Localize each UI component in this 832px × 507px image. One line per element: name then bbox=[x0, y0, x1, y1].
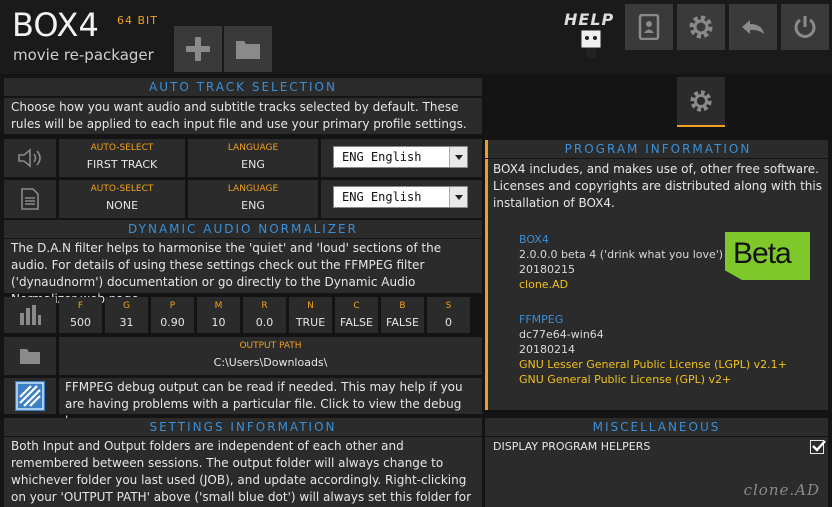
dan-param-label: R bbox=[261, 301, 268, 311]
open-folder-button[interactable] bbox=[224, 26, 272, 72]
dan-param-c[interactable]: C FALSE bbox=[335, 297, 378, 333]
lgpl-license-link[interactable]: GNU Lesser General Public License (LGPL)… bbox=[519, 357, 787, 372]
output-path[interactable]: OUTPUT PATH C:\Users\Downloads\ bbox=[59, 337, 482, 375]
dan-param-label: M bbox=[214, 301, 223, 311]
subtitle-row-icon-box bbox=[4, 180, 56, 218]
dan-param-s[interactable]: S0 bbox=[427, 297, 470, 333]
dan-param-label: G bbox=[123, 301, 130, 311]
dan-param-value: FALSE bbox=[340, 316, 373, 329]
gpl-license-link[interactable]: GNU General Public License (GPL) v2+ bbox=[519, 372, 787, 387]
help-label: HELP bbox=[564, 10, 615, 29]
audio-row-icon-box bbox=[4, 139, 56, 177]
check-icon bbox=[812, 440, 826, 452]
right-settings-tab[interactable] bbox=[677, 77, 725, 127]
gear-icon bbox=[689, 15, 713, 39]
debug-log-icon bbox=[15, 381, 45, 411]
display-helpers-checkbox[interactable] bbox=[810, 440, 826, 454]
dan-param-label: F bbox=[77, 301, 84, 311]
display-helpers-label: DISPLAY PROGRAM HELPERS bbox=[493, 440, 651, 453]
beta-badge: Beta bbox=[725, 232, 810, 280]
app-name: BOX4 bbox=[12, 6, 99, 44]
program-info-title: PROGRAM INFORMATION bbox=[485, 140, 828, 158]
dan-description: The D.A.N filter helps to harmonise the … bbox=[4, 239, 482, 306]
folder-icon bbox=[236, 41, 260, 59]
dan-title: DYNAMIC AUDIO NORMALIZER bbox=[4, 220, 482, 238]
dan-param-g[interactable]: G 31 bbox=[105, 297, 148, 333]
dan-param-value: 10 bbox=[211, 316, 226, 329]
chevron-down-icon bbox=[449, 187, 467, 207]
debug-description[interactable]: FFMPEG debug output can be read if neede… bbox=[59, 378, 482, 428]
chevron-down-icon bbox=[449, 147, 467, 167]
subtitle-language-dropdown[interactable]: ENG English bbox=[333, 186, 468, 208]
app-header: BOX4 64 BIT movie re-packager HELP bbox=[0, 0, 832, 74]
add-button[interactable] bbox=[174, 26, 222, 72]
subtitle-language[interactable]: LANGUAGE ENG bbox=[188, 180, 318, 218]
dan-param-value: 31 bbox=[119, 316, 134, 329]
back-button[interactable] bbox=[729, 4, 777, 50]
debug-log-button[interactable] bbox=[4, 378, 56, 414]
dan-param-b[interactable]: B FALSE bbox=[381, 297, 424, 333]
auto-track-description: Choose how you want audio and subtitle t… bbox=[4, 98, 482, 134]
program-info-description: BOX4 includes, and makes use of, other f… bbox=[493, 162, 822, 210]
mascot-icon bbox=[580, 29, 602, 58]
app-subtitle: movie re-packager bbox=[13, 46, 154, 64]
signature: clone.AD bbox=[743, 481, 820, 499]
undo-icon bbox=[742, 20, 764, 34]
help-button[interactable]: HELP bbox=[562, 8, 620, 66]
dan-param-r[interactable]: R 0.0 bbox=[243, 297, 286, 333]
box4-info: BOX4 2.0.0.0 beta 4 ('drink what you lov… bbox=[519, 233, 724, 291]
dan-param-p[interactable]: P 0.90 bbox=[151, 297, 194, 333]
dan-param-label: N bbox=[307, 301, 314, 311]
dan-param-n[interactable]: N TRUE bbox=[289, 297, 332, 333]
settings-button[interactable] bbox=[677, 4, 725, 50]
dan-param-label: S bbox=[445, 301, 452, 311]
document-icon bbox=[21, 188, 39, 210]
dan-param-value: TRUE bbox=[295, 316, 326, 329]
gear-icon bbox=[690, 90, 712, 112]
subtitle-auto-select[interactable]: AUTO-SELECT NONE bbox=[59, 180, 185, 218]
dan-param-f[interactable]: F 500 bbox=[59, 297, 102, 333]
profile-button[interactable] bbox=[625, 4, 673, 50]
settings-info-title: SETTINGS INFORMATION bbox=[4, 418, 482, 436]
program-info-panel: BOX4 includes, and makes use of, other f… bbox=[485, 159, 828, 410]
audio-language-dropdown[interactable]: ENG English bbox=[333, 146, 468, 168]
dan-param-label: B bbox=[399, 301, 406, 311]
speaker-icon bbox=[18, 148, 41, 168]
misc-title: MISCELLANEOUS bbox=[485, 418, 828, 436]
equalizer-bars-icon bbox=[20, 305, 41, 325]
dan-param-value: FALSE bbox=[386, 316, 419, 329]
audio-language[interactable]: LANGUAGE ENG bbox=[188, 139, 318, 177]
power-icon bbox=[794, 16, 816, 38]
dan-param-label: P bbox=[169, 301, 176, 311]
dan-icon-box bbox=[4, 297, 56, 333]
plus-icon bbox=[186, 37, 210, 61]
settings-info-description: Both Input and Output folders are indepe… bbox=[4, 437, 482, 507]
dan-param-m[interactable]: M 10 bbox=[197, 297, 240, 333]
misc-panel: DISPLAY PROGRAM HELPERS clone.AD bbox=[485, 437, 828, 507]
dan-param-label: C bbox=[353, 301, 360, 311]
contact-card-icon bbox=[638, 14, 660, 40]
bit-label: 64 BIT bbox=[117, 14, 159, 27]
dan-param-value: 500 bbox=[70, 316, 91, 329]
folder-icon bbox=[20, 349, 40, 364]
dan-param-value: 0 bbox=[445, 316, 452, 329]
ffmpeg-info: FFMPEG dc77e64-win64 20180214 GNU Lesser… bbox=[519, 313, 787, 387]
dan-param-value: 0.90 bbox=[160, 316, 185, 329]
auto-track-title: AUTO TRACK SELECTION bbox=[4, 78, 482, 96]
audio-auto-select[interactable]: AUTO-SELECT FIRST TRACK bbox=[59, 139, 185, 177]
dan-param-value: 0.0 bbox=[255, 316, 274, 329]
power-button[interactable] bbox=[781, 4, 829, 50]
output-folder-button[interactable] bbox=[4, 337, 56, 375]
